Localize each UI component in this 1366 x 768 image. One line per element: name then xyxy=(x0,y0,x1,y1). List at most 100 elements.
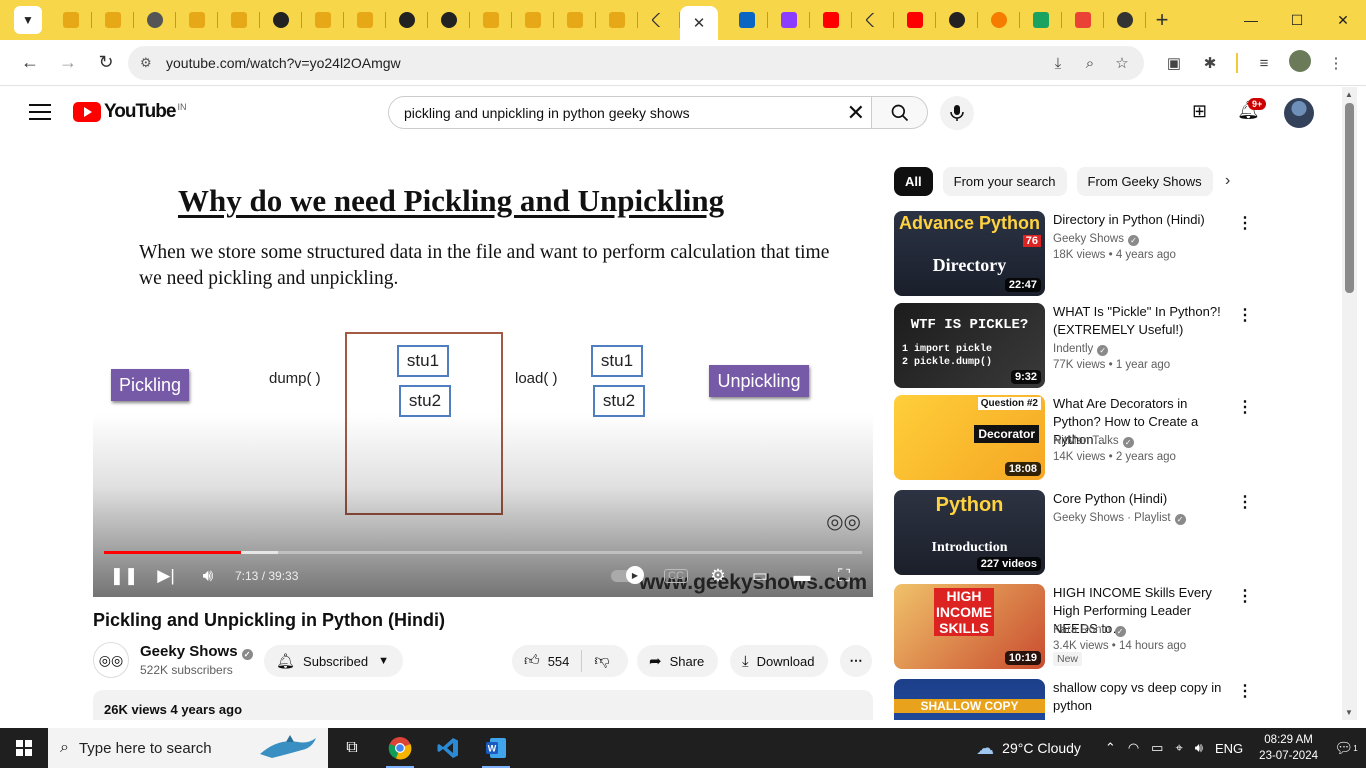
tab-right-9[interactable] xyxy=(1104,0,1146,40)
reload-button[interactable]: ↻ xyxy=(88,45,124,81)
miniplayer-button[interactable]: ▭ xyxy=(739,559,781,593)
weather-widget[interactable]: ☁ 29°C Cloudy xyxy=(976,738,1081,759)
video-player[interactable]: Why do we need Pickling and Unpickling W… xyxy=(93,163,873,597)
wifi-icon[interactable]: ◠ xyxy=(1128,740,1139,756)
recommendation-title[interactable]: WHAT Is "Pickle" In Python?! (EXTREMELY … xyxy=(1053,303,1235,339)
more-options-icon[interactable]: ⋮ xyxy=(1237,681,1253,701)
bookmark-star-icon[interactable]: ☆ xyxy=(1106,54,1138,72)
recommendation-item[interactable]: HIGH INCOME SKILLS 10:19 HIGH INCOME Skill… xyxy=(894,584,1342,670)
recommendation-item[interactable]: Advance Python Directory 76 22:47 Directory … xyxy=(894,211,1342,297)
tab-2[interactable] xyxy=(134,0,176,40)
create-video-icon[interactable]: ⊞ xyxy=(1192,101,1207,122)
extensions-puzzle-icon[interactable]: ✱ xyxy=(1192,54,1228,72)
address-bar[interactable]: ⚙ youtube.com/watch?v=yo24l2OAmgw ⤓ ⌕ ☆ xyxy=(128,46,1144,80)
chevron-right-icon[interactable]: › xyxy=(1225,172,1230,190)
start-button[interactable] xyxy=(0,728,48,768)
location-icon[interactable]: ⌖ xyxy=(1175,740,1182,756)
tab-3[interactable] xyxy=(176,0,218,40)
more-options-icon[interactable]: ⋮ xyxy=(1237,305,1253,325)
clock[interactable]: 08:29 AM 23-07-2024 xyxy=(1259,732,1318,764)
volume-button[interactable]: 🔊︎ xyxy=(187,559,229,593)
tab-right-5[interactable] xyxy=(936,0,978,40)
theater-button[interactable]: ▬ xyxy=(781,559,823,593)
thumbs-up-icon[interactable]: 👍︎ xyxy=(524,652,540,670)
search-button[interactable] xyxy=(872,96,928,129)
more-actions-button[interactable]: ⋯ xyxy=(840,645,872,677)
channel-avatar[interactable]: ◎◎ xyxy=(93,642,129,678)
recommendation-title[interactable]: shallow copy vs deep copy in python xyxy=(1053,679,1235,715)
tab-14[interactable] xyxy=(638,0,680,40)
recommendation-channel[interactable]: NitMan Talks ✓ xyxy=(1053,435,1134,448)
autoplay-toggle[interactable] xyxy=(611,566,644,584)
video-thumbnail[interactable]: HIGH INCOME SKILLS 10:19 xyxy=(894,584,1045,669)
tab-9[interactable] xyxy=(428,0,470,40)
video-thumbnail[interactable]: Advance Python Directory 76 22:47 xyxy=(894,211,1045,296)
tab-4[interactable] xyxy=(218,0,260,40)
scroll-thumb[interactable] xyxy=(1345,103,1354,293)
tab-12[interactable] xyxy=(554,0,596,40)
close-window-button[interactable]: ✕ xyxy=(1320,0,1366,40)
tab-right-8[interactable] xyxy=(1062,0,1104,40)
recommendation-item[interactable]: Python Introduction 227 videos Core Python … xyxy=(894,490,1342,576)
chip-from-geeky-shows[interactable]: From Geeky Shows xyxy=(1076,166,1213,196)
channel-name-text[interactable]: Geeky Shows xyxy=(140,643,238,660)
close-tab-icon[interactable]: ✕ xyxy=(693,14,706,32)
share-button[interactable]: ➦ Share xyxy=(637,645,719,677)
zoom-icon[interactable]: ⌕ xyxy=(1074,55,1106,72)
tab-search-button[interactable]: ▼ xyxy=(14,6,42,34)
captions-button[interactable]: CC xyxy=(655,559,697,593)
account-avatar[interactable] xyxy=(1284,98,1314,128)
recommendation-item[interactable]: WTF IS PICKLE? 1 import pickle 2 pickle.d… xyxy=(894,303,1342,389)
video-thumbnail[interactable]: WTF IS PICKLE? 1 import pickle 2 pickle.d… xyxy=(894,303,1045,388)
tab-8[interactable] xyxy=(386,0,428,40)
next-button[interactable]: ▶| xyxy=(145,559,187,593)
tab-7[interactable] xyxy=(344,0,386,40)
tab-0[interactable] xyxy=(50,0,92,40)
language-indicator[interactable]: ENG xyxy=(1215,741,1243,756)
vscode-app[interactable] xyxy=(424,728,472,768)
notification-center-button[interactable]: 💬︎ 1 xyxy=(1332,735,1360,761)
taskbar-search-placeholder[interactable]: Type here to search xyxy=(79,740,212,757)
more-options-icon[interactable]: ⋮ xyxy=(1237,492,1253,512)
voice-search-button[interactable] xyxy=(940,96,974,130)
like-count[interactable]: 554 xyxy=(548,654,570,669)
subscribed-button[interactable]: 🔔︎ Subscribed ▼ xyxy=(264,645,403,677)
more-options-icon[interactable]: ⋮ xyxy=(1237,397,1253,417)
new-tab-button[interactable]: + xyxy=(1146,0,1178,40)
volume-icon[interactable]: 🔊︎ xyxy=(1195,740,1203,756)
more-options-icon[interactable]: ⋮ xyxy=(1237,213,1253,233)
profile-button[interactable] xyxy=(1282,50,1318,76)
tab-13[interactable] xyxy=(596,0,638,40)
chip-from-your-search[interactable]: From your search xyxy=(942,166,1067,196)
url-text[interactable]: youtube.com/watch?v=yo24l2OAmgw xyxy=(166,55,401,71)
minimize-button[interactable]: — xyxy=(1228,0,1274,40)
recommendation-item[interactable]: Question #2 Decorator 18:08 What Are Decora… xyxy=(894,395,1342,481)
recommendation-channel[interactable]: Geeky Shows · Playlist ✓ xyxy=(1053,512,1186,525)
install-app-icon[interactable]: ⤓ xyxy=(1042,55,1074,72)
battery-icon[interactable]: ▭ xyxy=(1151,740,1163,756)
recommendation-channel[interactable]: Kara Ronin ✓ xyxy=(1053,624,1126,637)
download-button[interactable]: ⤓ Download xyxy=(730,645,829,677)
maximize-button[interactable]: ☐ xyxy=(1274,0,1320,40)
tab-6[interactable] xyxy=(302,0,344,40)
tab-right-6[interactable] xyxy=(978,0,1020,40)
recommendation-title[interactable]: Core Python (Hindi) xyxy=(1053,490,1235,508)
tab-right-7[interactable] xyxy=(1020,0,1062,40)
word-app[interactable]: W xyxy=(472,728,520,768)
site-info-icon[interactable]: ⚙ xyxy=(140,55,158,71)
channel-name[interactable]: Geeky Shows ✓ xyxy=(140,643,253,660)
chrome-app[interactable] xyxy=(376,728,424,768)
search-input[interactable]: pickling and unpickling in python geeky … xyxy=(388,96,872,129)
thumbs-down-icon[interactable]: 👎︎ xyxy=(594,652,609,670)
tab-10[interactable] xyxy=(470,0,512,40)
tab-right-3[interactable] xyxy=(852,0,894,40)
media-control-icon[interactable]: ≡ xyxy=(1246,55,1282,72)
video-thumbnail[interactable]: Python Introduction 227 videos xyxy=(894,490,1045,575)
description-box[interactable]: 26K views 4 years ago xyxy=(93,690,873,720)
recommendation-title[interactable]: Directory in Python (Hindi) xyxy=(1053,211,1235,229)
tab-right-2[interactable] xyxy=(810,0,852,40)
recommendation-item[interactable]: SHALLOW COPY shallow copy vs deep copy in… xyxy=(894,679,1342,720)
chevron-up-icon[interactable]: ⌃ xyxy=(1105,740,1116,756)
hamburger-menu-icon[interactable] xyxy=(29,102,51,122)
tab-right-1[interactable] xyxy=(768,0,810,40)
